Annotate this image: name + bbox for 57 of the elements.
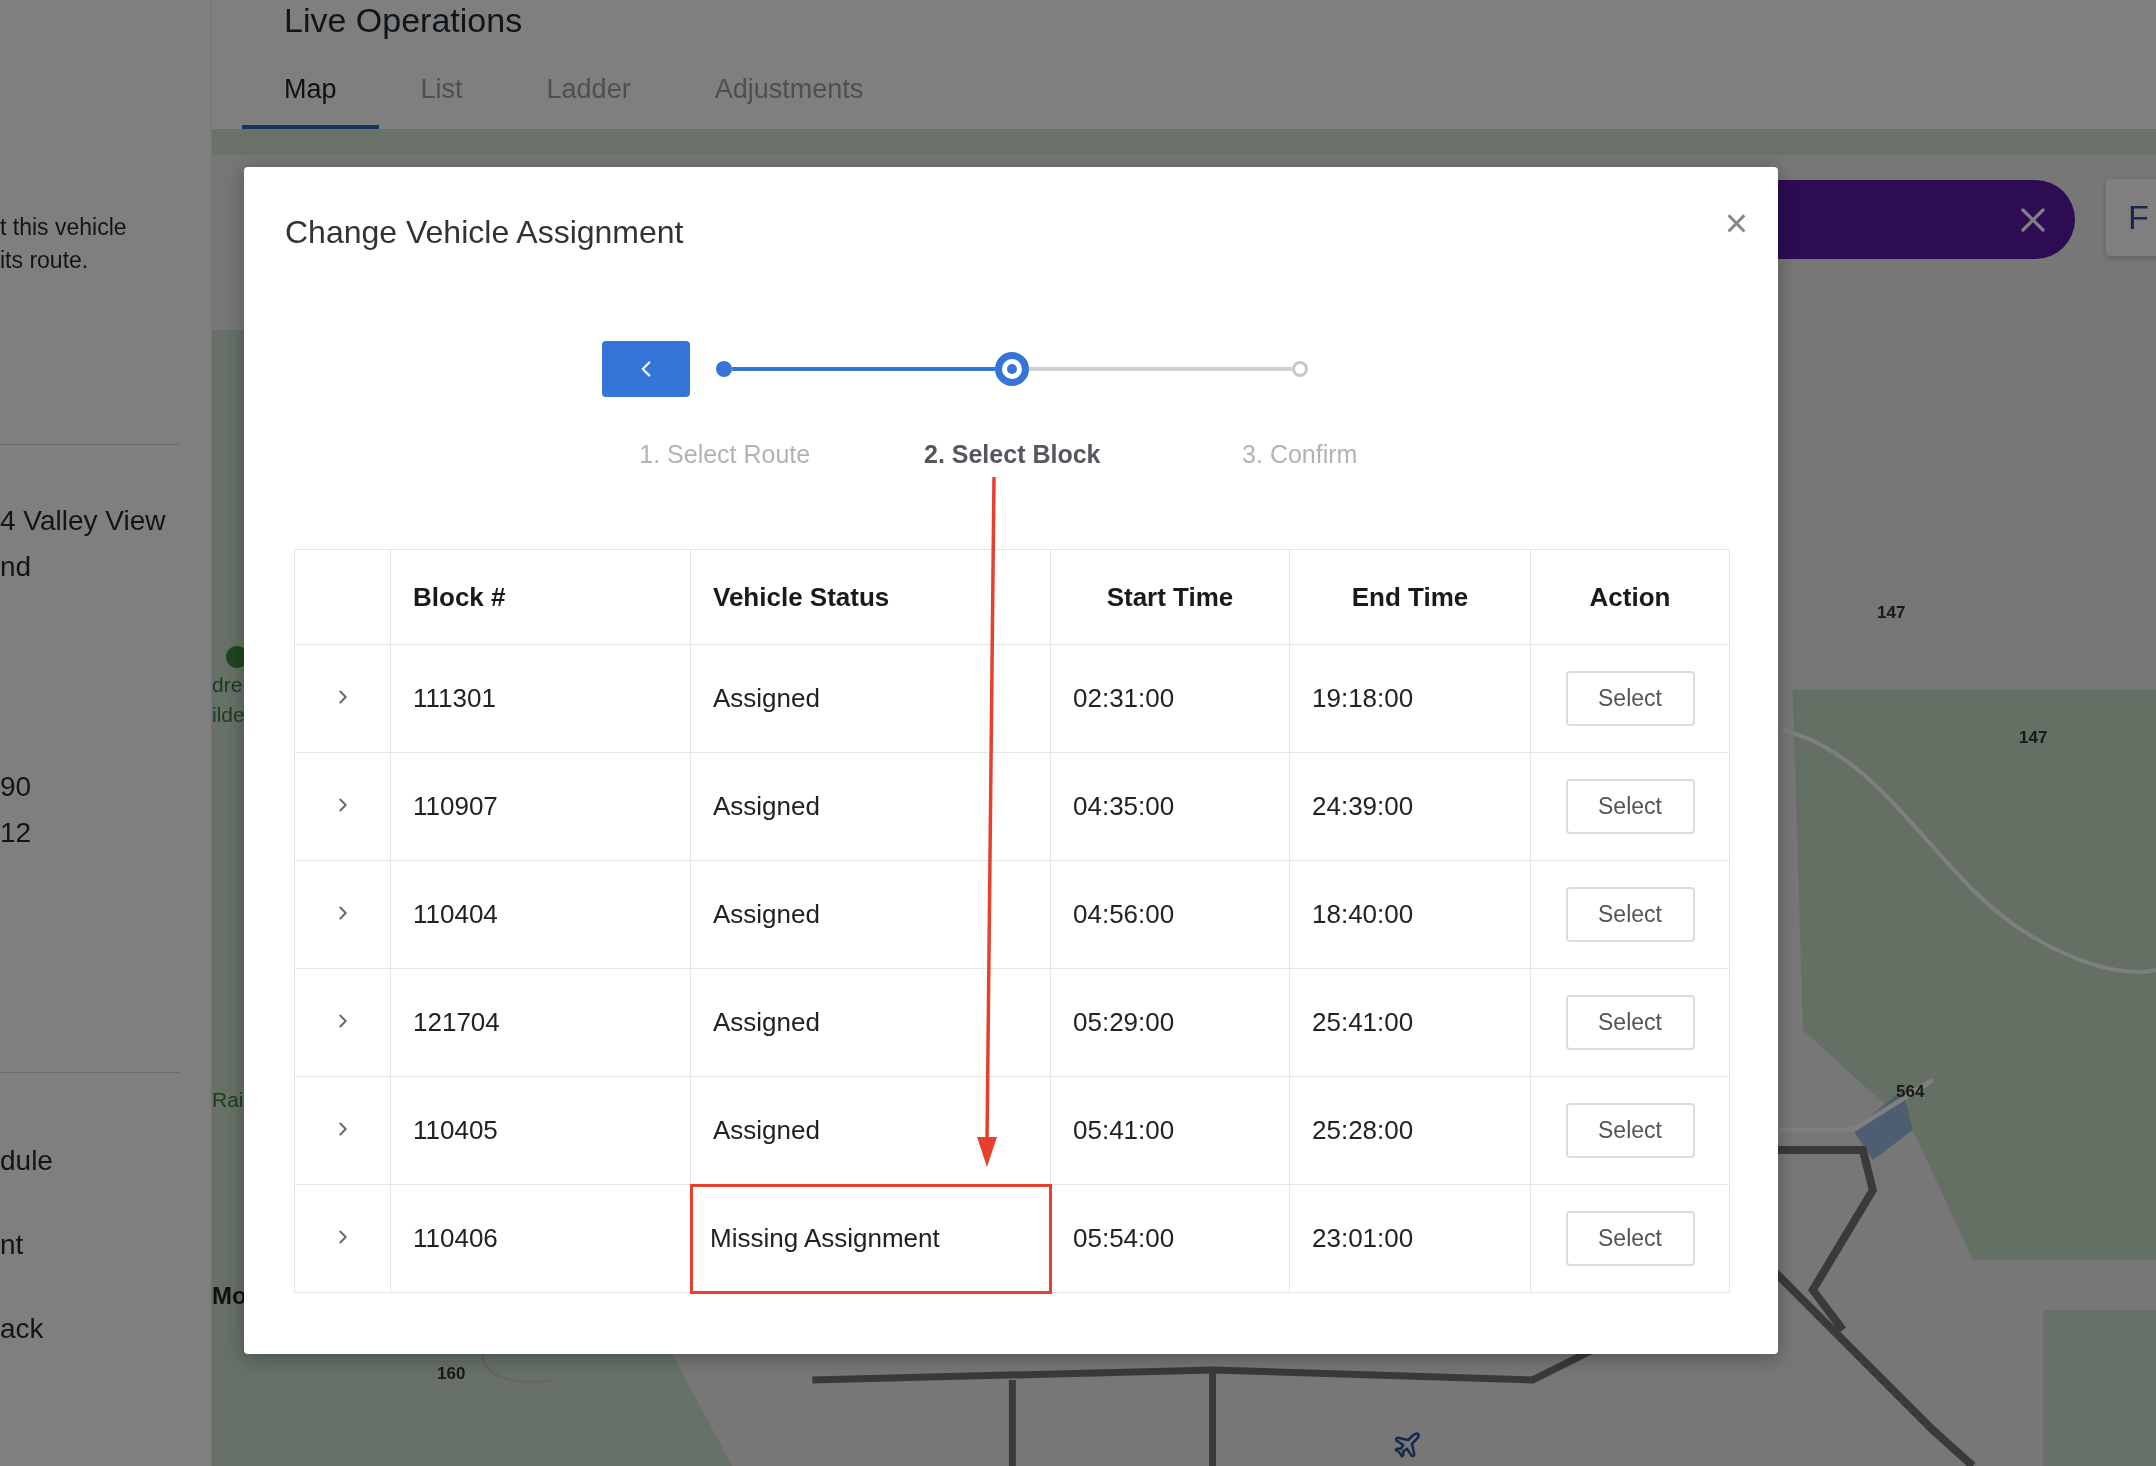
menu-item[interactable]: ack xyxy=(0,1313,180,1345)
sidebar-text: nd xyxy=(0,551,33,583)
step-label: 3. Confirm xyxy=(1241,439,1359,470)
table-cell: 05:29:00 xyxy=(1050,968,1290,1077)
select-button[interactable]: Select xyxy=(1565,995,1695,1050)
menu-item[interactable]: dule xyxy=(0,1145,180,1177)
select-button[interactable]: Select xyxy=(1565,1103,1695,1158)
close-button[interactable]: × xyxy=(1724,203,1748,243)
table-cell: 18:40:00 xyxy=(1289,860,1531,969)
select-button[interactable]: Select xyxy=(1565,1211,1695,1266)
table-cell: Missing Assignment xyxy=(690,1184,1051,1293)
sidebar-text: 4 Valley View xyxy=(0,505,167,537)
map-label: 147 xyxy=(2019,728,2048,748)
map-label: ilde xyxy=(212,703,245,727)
sidebar-text: t this vehicle xyxy=(0,214,128,241)
map-label: dre xyxy=(212,673,243,697)
column-header: Vehicle Status xyxy=(690,549,1051,645)
select-button[interactable]: Select xyxy=(1565,779,1695,834)
column-header: Block # xyxy=(390,549,691,645)
table-cell: 24:39:00 xyxy=(1289,752,1531,861)
table-cell: 02:31:00 xyxy=(1050,644,1290,753)
table-cell: Assigned xyxy=(690,644,1051,753)
column-header: Start Time xyxy=(1050,549,1290,645)
table-cell: 110907 xyxy=(390,752,691,861)
map-button[interactable]: F xyxy=(2106,179,2156,256)
map-label: Mo xyxy=(212,1282,247,1310)
table-cell: 25:41:00 xyxy=(1289,968,1531,1077)
table-cell: 23:01:00 xyxy=(1289,1184,1531,1293)
table-cell: 05:41:00 xyxy=(1050,1076,1290,1185)
map-label: 160 xyxy=(437,1364,466,1384)
table-cell: 04:35:00 xyxy=(1050,752,1290,861)
table-cell: 110405 xyxy=(390,1076,691,1185)
step-label: 2. Select Block xyxy=(923,439,1102,470)
table-cell: Assigned xyxy=(690,968,1051,1077)
sidebar-text: 12 xyxy=(0,817,33,849)
table-cell: 19:18:00 xyxy=(1289,644,1531,753)
map-label: 147 xyxy=(1877,603,1906,623)
menu-item[interactable]: nt xyxy=(0,1229,180,1261)
map-label: 564 xyxy=(1896,1082,1925,1102)
select-button[interactable]: Select xyxy=(1565,887,1695,942)
table-cell: 04:56:00 xyxy=(1050,860,1290,969)
sidebar-text: its route. xyxy=(0,247,90,274)
page-title: Live Operations xyxy=(284,0,524,40)
dialog-title: Change Vehicle Assignment xyxy=(285,213,685,251)
step-label: 1. Select Route xyxy=(638,439,812,470)
table-cell: 25:28:00 xyxy=(1289,1076,1531,1185)
column-header: End Time xyxy=(1289,549,1531,645)
table-cell: 110404 xyxy=(390,860,691,969)
select-button[interactable]: Select xyxy=(1565,671,1695,726)
column-header: Action xyxy=(1530,549,1730,645)
table-cell: Assigned xyxy=(690,752,1051,861)
table-cell: 05:54:00 xyxy=(1050,1184,1290,1293)
sidebar-text: 90 xyxy=(0,771,33,803)
table-cell: 121704 xyxy=(390,968,691,1077)
map-label: Rai xyxy=(212,1088,244,1112)
table-cell: 111301 xyxy=(390,644,691,753)
table-cell: Assigned xyxy=(690,860,1051,969)
